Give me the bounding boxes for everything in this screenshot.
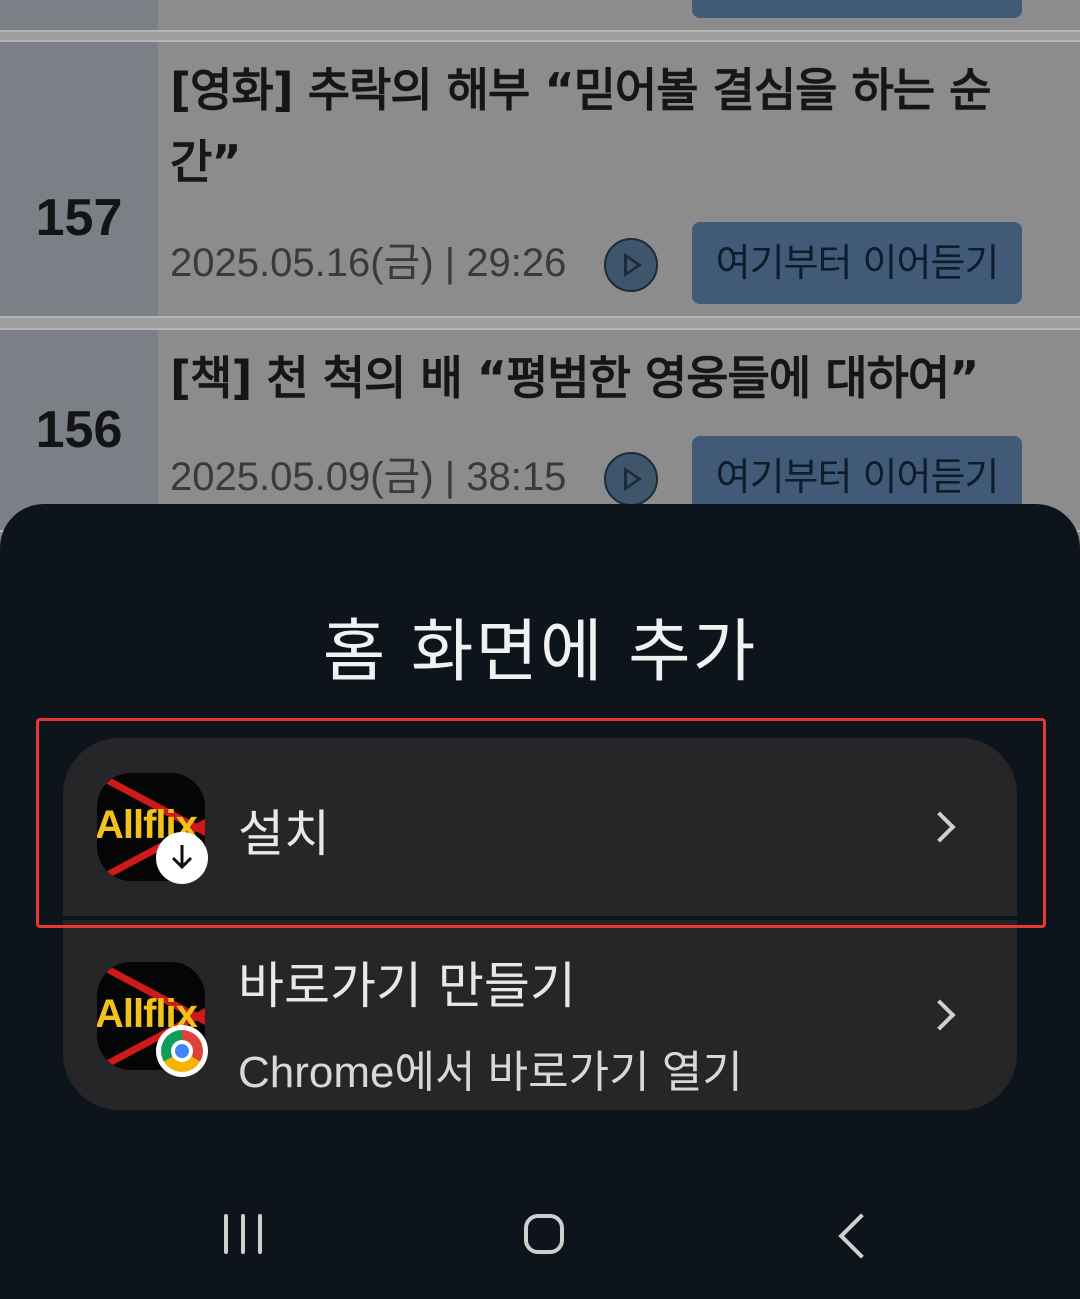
episode-number: 157 — [35, 189, 123, 247]
resume-button[interactable]: 여기부터 이어듣기 — [692, 222, 1022, 304]
play-icon[interactable] — [604, 238, 658, 292]
screen: 157 [영화] 추락의 해부 “믿어볼 결심을 하는 순간” 2025.05.… — [0, 0, 1080, 1299]
episode-meta: 2025.05.16(금) | 29:26 — [170, 241, 567, 285]
shortcut-label: 바로가기 만들기 — [238, 957, 576, 1015]
back-icon[interactable] — [838, 1213, 884, 1259]
home-icon[interactable] — [524, 1214, 564, 1254]
chrome-icon — [156, 1025, 208, 1077]
episode-number: 156 — [35, 401, 123, 459]
recent-apps-icon[interactable] — [222, 1214, 264, 1254]
episode-title[interactable]: [책] 천 척의 배 “평범한 영웅들에 대하여” — [170, 342, 1050, 414]
highlight-box — [36, 718, 1046, 928]
list-item[interactable]: 156 [책] 천 척의 배 “평범한 영웅들에 대하여” 2025.05.09… — [0, 328, 1080, 532]
episode-meta: 2025.05.09(금) | 38:15 — [170, 455, 567, 499]
episode-list: 157 [영화] 추락의 해부 “믿어볼 결심을 하는 순간” 2025.05.… — [0, 0, 1080, 532]
navigation-bar — [0, 1180, 1080, 1299]
list-item[interactable]: 157 [영화] 추락의 해부 “믿어볼 결심을 하는 순간” 2025.05.… — [0, 40, 1080, 318]
episode-title[interactable]: [영화] 추락의 해부 “믿어볼 결심을 하는 순간” — [170, 54, 1050, 198]
list-item-partial — [0, 0, 1080, 32]
shortcut-option[interactable]: Allflix 바로가기 만들기 Chrome에서 바로가기 열기 — [63, 920, 1017, 1110]
shortcut-sublabel: Chrome에서 바로가기 열기 — [238, 1048, 743, 1097]
resume-button-partial[interactable] — [692, 0, 1022, 18]
chevron-right-icon — [924, 999, 956, 1031]
sheet-title: 홈 화면에 추가 — [322, 613, 758, 692]
play-icon[interactable] — [604, 452, 658, 506]
